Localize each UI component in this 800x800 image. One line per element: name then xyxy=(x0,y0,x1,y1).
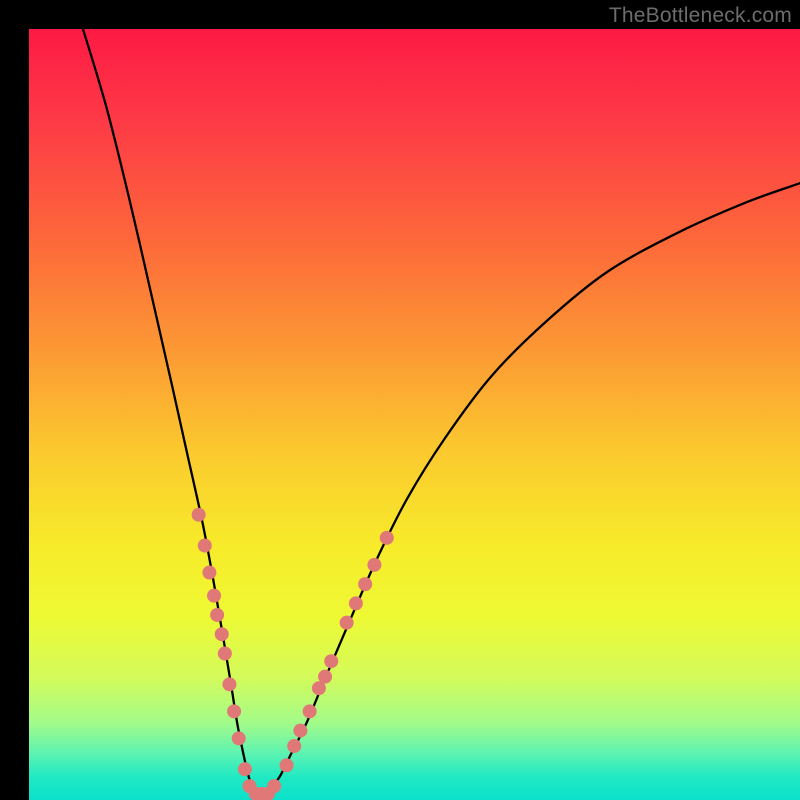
data-point xyxy=(380,531,394,545)
data-point xyxy=(215,627,229,641)
chart-outer: TheBottleneck.com xyxy=(0,0,800,800)
data-point xyxy=(358,577,372,591)
data-point xyxy=(318,670,332,684)
data-point xyxy=(232,731,246,745)
data-point xyxy=(222,677,236,691)
data-point xyxy=(210,608,224,622)
data-point xyxy=(207,589,221,603)
data-point xyxy=(227,704,241,718)
data-point xyxy=(202,566,216,580)
data-point xyxy=(340,616,354,630)
data-point xyxy=(303,704,317,718)
highlight-dots xyxy=(29,29,800,800)
plot-area xyxy=(29,29,800,800)
data-point xyxy=(198,539,212,553)
data-point xyxy=(218,647,232,661)
data-point xyxy=(324,654,338,668)
watermark-text: TheBottleneck.com xyxy=(609,4,792,28)
data-point xyxy=(192,508,206,522)
data-point xyxy=(267,779,281,793)
data-point xyxy=(367,558,381,572)
data-point xyxy=(287,739,301,753)
data-point xyxy=(238,762,252,776)
data-point xyxy=(349,596,363,610)
data-point xyxy=(293,724,307,738)
data-point xyxy=(280,758,294,772)
